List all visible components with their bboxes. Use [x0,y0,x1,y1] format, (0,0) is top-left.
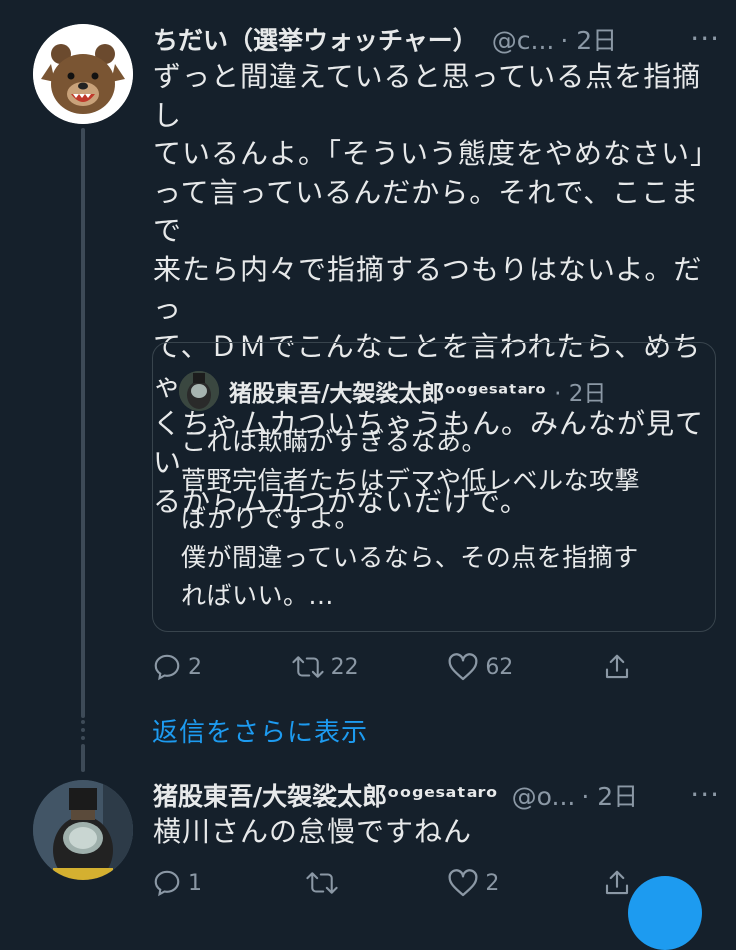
thread-dot [81,736,85,740]
reply-count: 1 [188,870,202,896]
share-button[interactable] [602,868,632,898]
thread-line [81,744,85,772]
quote-avatar [179,371,219,411]
bear-avatar-icon [33,24,133,124]
show-more-replies-link[interactable]: 返信をさらに表示 [152,712,368,749]
compose-tweet-button[interactable] [628,876,702,950]
more-options-icon[interactable]: ··· [690,22,720,55]
like-count: 2 [485,870,500,896]
quote-text: これは欺瞞がすぎるなあ。 菅野完信者たちはデマや低レベルな攻撃 ばかりですよ。 … [181,427,641,611]
like-button[interactable]: 62 [447,652,513,682]
tweet1-header: ちだい（選挙ウォッチャー） @c... · 2日 [153,21,617,57]
retweet-icon [306,872,338,894]
thread-dot [81,720,85,724]
retweet-count: 22 [330,654,359,680]
avatar-chidai[interactable] [33,24,133,124]
reply-count: 2 [188,654,202,680]
share-icon [605,654,629,679]
reply-button[interactable]: 2 [152,652,202,682]
quote-timestamp: · 2日 [554,381,607,407]
reply-icon [154,870,180,897]
timestamp[interactable]: · 2日 [560,21,617,57]
retweet-button[interactable] [305,868,345,898]
tweet2-actions: 1 2 [152,868,632,898]
retweet-button[interactable]: 22 [291,652,359,682]
author-name[interactable]: 猪股東吾/大袈裟太郎ᵒᵒᵍᵉˢᵃᵗᵃʳᵒ [153,777,498,813]
timestamp[interactable]: · 2日 [581,777,638,813]
heart-icon [448,869,478,897]
tweet1-actions: 2 22 62 [152,652,632,682]
avatar-inomata[interactable] [33,780,133,880]
thread-dot [81,728,85,732]
like-count: 62 [485,654,514,680]
tweet2-header: 猪股東吾/大袈裟太郎ᵒᵒᵍᵉˢᵃᵗᵃʳᵒ @o... · 2日 [153,777,638,813]
author-handle[interactable]: @c... [492,26,555,55]
share-button[interactable] [602,652,632,682]
reply-icon [154,654,180,681]
author-name[interactable]: ちだい（選挙ウォッチャー） [153,21,478,57]
thread-line [81,128,85,718]
tweet2-text: 横川さんの怠慢ですねん [153,815,473,848]
retweet-icon [292,656,324,678]
more-options-icon[interactable]: ··· [690,778,720,811]
heart-icon [448,653,478,681]
gas-mask-person-icon [179,371,219,411]
reply-button[interactable]: 1 [152,868,202,898]
quoted-tweet[interactable]: 猪股東吾/大袈裟太郎ᵒᵒᵍᵉˢᵃᵗᵃʳᵒ · 2日 これは欺瞞がすぎるなあ。 菅… [152,342,716,632]
like-button[interactable]: 2 [447,868,499,898]
quote-header: 猪股東吾/大袈裟太郎ᵒᵒᵍᵉˢᵃᵗᵃʳᵒ · 2日 [179,371,606,411]
author-handle[interactable]: @o... [512,782,576,811]
gas-mask-person-icon [33,780,133,880]
quote-author-name: 猪股東吾/大袈裟太郎ᵒᵒᵍᵉˢᵃᵗᵃʳᵒ [229,381,547,407]
share-icon [605,870,629,895]
